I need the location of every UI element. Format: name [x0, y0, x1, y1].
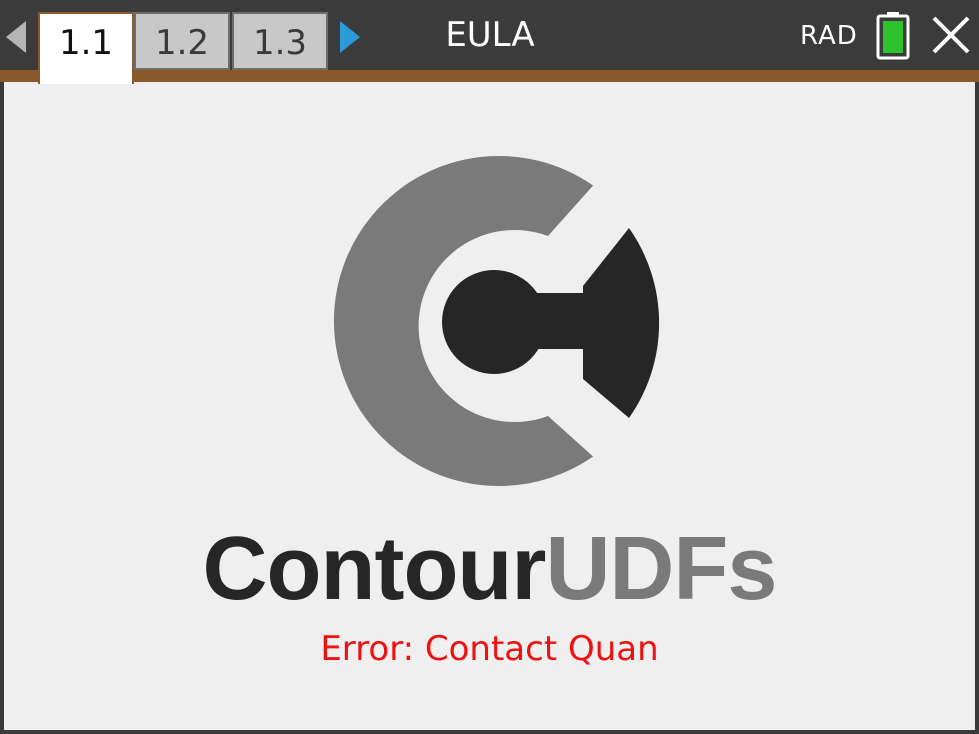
logo-wordmark: ContourUDFs: [4, 514, 975, 624]
battery-full-icon: [876, 12, 910, 60]
arrow-left-icon[interactable]: [6, 21, 26, 53]
tab-1-3[interactable]: 1.3: [232, 12, 328, 70]
tab-1-2[interactable]: 1.2: [134, 12, 230, 70]
top-bar: 1.1 1.2 1.3 EULA RAD: [0, 0, 979, 84]
tab-1-1[interactable]: 1.1: [38, 12, 134, 84]
wordmark-udfs: UDFs: [545, 519, 777, 619]
close-icon[interactable]: [930, 14, 972, 56]
error-message: Error: Contact Quan: [320, 629, 659, 669]
document-title: EULA: [445, 15, 535, 55]
arrow-right-icon[interactable]: [340, 21, 360, 53]
angle-mode-indicator: RAD: [800, 21, 858, 51]
content-area: ContourUDFs Error: Contact Quan: [4, 82, 975, 730]
contour-logo-icon: [333, 156, 660, 487]
tab-accent-line: [0, 70, 979, 82]
wordmark-contour: Contour: [202, 519, 547, 619]
